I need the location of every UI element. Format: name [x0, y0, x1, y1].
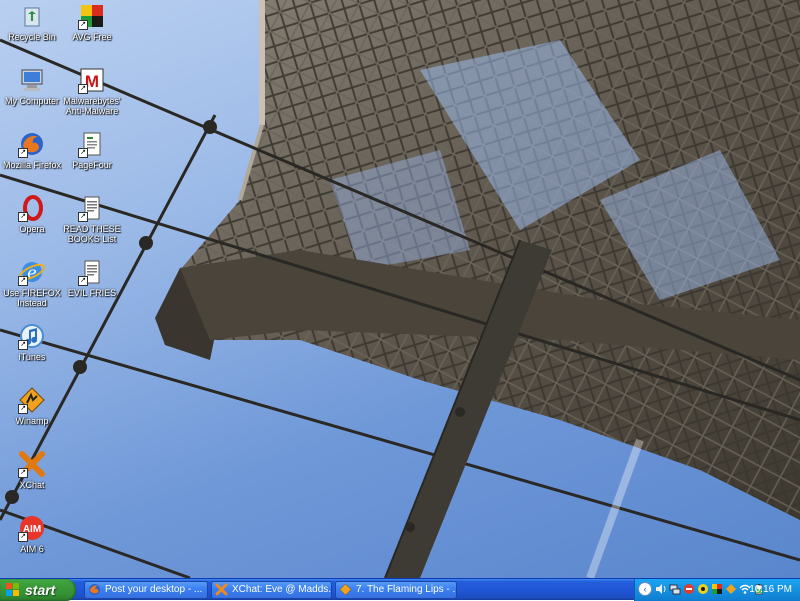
desktop-icon-use-firefox-instead[interactable]: e ↗ Use FIREFOX Instead — [0, 258, 64, 308]
taskbar-button-label: Post your desktop - ... — [105, 584, 203, 595]
system-tray: ‹ 10:16 PM — [634, 579, 800, 601]
taskbar-button-label: 7. The Flaming Lips - ... — [356, 584, 457, 595]
shortcut-arrow-icon: ↗ — [78, 148, 88, 158]
desktop-icon-aim-6[interactable]: AIM ↗ AIM 6 — [0, 514, 64, 554]
shortcut-arrow-icon: ↗ — [18, 212, 28, 222]
desktop-icon-label: AIM 6 — [20, 544, 44, 554]
desktop-icon-label: AVG Free — [72, 32, 112, 42]
desktop-icon-label: Use FIREFOX Instead — [3, 288, 61, 308]
pagefour-icon: ↗ — [78, 130, 106, 158]
desktop-icon-label: PageFour — [72, 160, 112, 170]
firefox-icon — [89, 584, 100, 595]
taskbar-button-xchat[interactable]: XChat: Eve @ Madds... — [211, 581, 332, 599]
desktop-icon-label: EVIL FRIES — [67, 288, 117, 298]
recycle-bin-icon — [18, 2, 46, 30]
desktop-icon-label: Opera — [19, 224, 45, 234]
desktop-icon-label: Malwarebytes' Anti-Malware — [63, 96, 121, 116]
desktop-icon-malwarebytes[interactable]: M ↗ Malwarebytes' Anti-Malware — [60, 66, 124, 116]
shortcut-arrow-icon: ↗ — [18, 404, 28, 414]
avg-tray-icon[interactable] — [711, 583, 723, 595]
aim-icon: AIM ↗ — [18, 514, 46, 542]
sound-icon[interactable] — [655, 583, 667, 595]
my-computer-icon — [18, 66, 46, 94]
winamp-icon: ↗ — [18, 386, 46, 414]
desktop-icon-read-these-books-list[interactable]: ↗ READ THESE BOOKS List — [60, 194, 124, 244]
shortcut-arrow-icon: ↗ — [18, 468, 28, 478]
shortcut-arrow-icon: ↗ — [78, 84, 88, 94]
windows-logo-icon — [6, 583, 19, 596]
clock[interactable]: 10:16 PM — [749, 579, 792, 601]
avg-icon: ↗ — [78, 2, 106, 30]
shield-icon[interactable] — [683, 583, 695, 595]
xchat-icon: ↗ — [18, 450, 46, 478]
desktop-icon-winamp[interactable]: ↗ Winamp — [0, 386, 64, 426]
shortcut-arrow-icon: ↗ — [78, 20, 88, 30]
text-document-icon: ↗ — [78, 194, 106, 222]
start-label: start — [25, 582, 56, 598]
desktop-icon-pagefour[interactable]: ↗ PageFour — [60, 130, 124, 170]
desktop-icon-evil-fries[interactable]: ↗ EVIL FRIES — [60, 258, 124, 298]
desktop-icon-avg-free[interactable]: ↗ AVG Free — [60, 2, 124, 42]
shortcut-arrow-icon: ↗ — [18, 148, 28, 158]
taskbar-button-winamp[interactable]: 7. The Flaming Lips - ... — [335, 581, 457, 599]
winamp-tray-icon[interactable] — [725, 583, 737, 595]
shortcut-arrow-icon: ↗ — [18, 340, 28, 350]
desktop-icon-label: iTunes — [18, 352, 46, 362]
internet-explorer-icon: e ↗ — [18, 258, 46, 286]
desktop-icon-label: Mozilla Firefox — [2, 160, 61, 170]
aim-tray-icon[interactable] — [697, 583, 709, 595]
shortcut-arrow-icon: ↗ — [18, 532, 28, 542]
shortcut-arrow-icon: ↗ — [18, 276, 28, 286]
desktop-icon-label: Recycle Bin — [8, 32, 56, 42]
malwarebytes-icon: M ↗ — [78, 66, 106, 94]
desktop-icon-opera[interactable]: ↗ Opera — [0, 194, 64, 234]
desktop-icon-label: XChat — [19, 480, 45, 490]
desktop-icon-label: Winamp — [15, 416, 49, 426]
desktop[interactable]: Recycle Bin My Computer ↗ Mozilla Firefo… — [0, 0, 800, 578]
xchat-icon — [215, 583, 228, 596]
itunes-icon: ↗ — [18, 322, 46, 350]
show-hidden-icons-button[interactable]: ‹ — [638, 582, 652, 596]
desktop-icon-itunes[interactable]: ↗ iTunes — [0, 322, 64, 362]
shortcut-arrow-icon: ↗ — [78, 276, 88, 286]
shortcut-arrow-icon: ↗ — [78, 212, 88, 222]
winamp-icon — [339, 583, 352, 596]
text-document-icon: ↗ — [78, 258, 106, 286]
desktop-icon-label: My Computer — [4, 96, 59, 106]
desktop-icon-mozilla-firefox[interactable]: ↗ Mozilla Firefox — [0, 130, 64, 170]
opera-icon: ↗ — [18, 194, 46, 222]
firefox-icon: ↗ — [18, 130, 46, 158]
desktop-icon-xchat[interactable]: ↗ XChat — [0, 450, 64, 490]
taskbar: start Post your desktop - ... XChat: Eve… — [0, 578, 800, 601]
desktop-icon-my-computer[interactable]: My Computer — [0, 66, 64, 106]
desktop-icon-recycle-bin[interactable]: Recycle Bin — [0, 2, 64, 42]
taskbar-button-label: XChat: Eve @ Madds... — [232, 584, 332, 595]
network-icon[interactable] — [669, 583, 681, 595]
start-button[interactable]: start — [0, 579, 76, 601]
desktop-icon-label: READ THESE BOOKS List — [63, 224, 121, 244]
taskbar-button-firefox[interactable]: Post your desktop - ... — [84, 581, 208, 599]
